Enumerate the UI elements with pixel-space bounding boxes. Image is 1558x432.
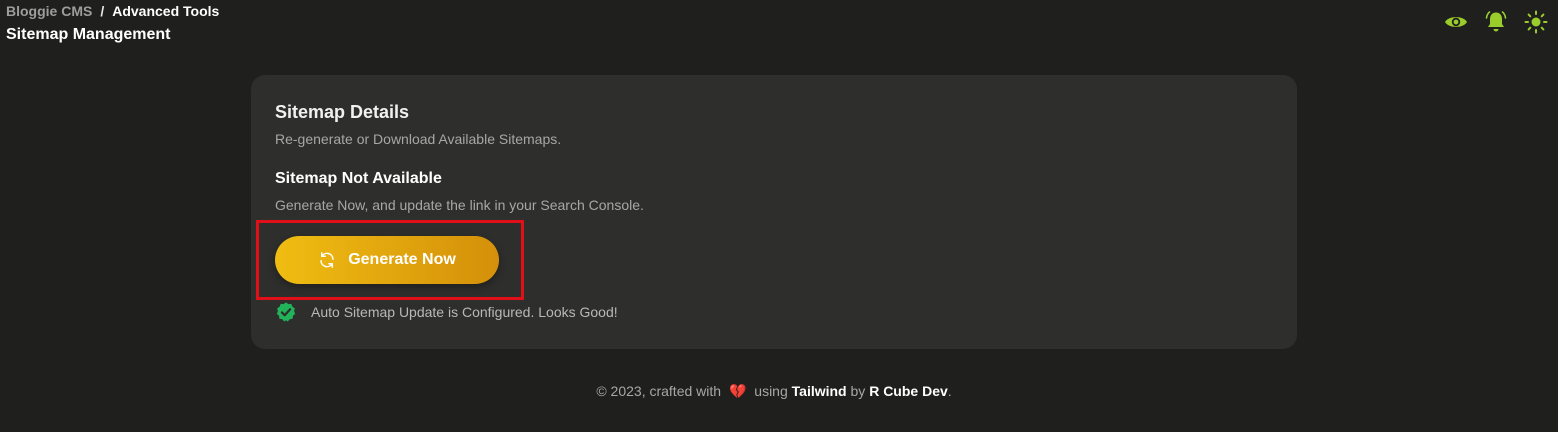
- header-actions: [1444, 10, 1548, 34]
- breadcrumb-current: Advanced Tools: [112, 3, 220, 19]
- auto-update-text: Auto Sitemap Update is Configured. Looks…: [311, 304, 618, 320]
- sun-icon[interactable]: [1524, 10, 1548, 34]
- breadcrumb-separator: /: [100, 3, 105, 19]
- refresh-icon: [318, 251, 336, 269]
- page-title: Sitemap Management: [6, 26, 171, 43]
- verified-check-icon: [275, 301, 297, 323]
- generate-now-button[interactable]: Generate Now: [275, 236, 499, 284]
- card-subtitle: Re-generate or Download Available Sitema…: [275, 131, 562, 147]
- bell-icon[interactable]: [1484, 10, 1508, 34]
- footer-framework-link[interactable]: Tailwind: [792, 383, 847, 399]
- sitemap-details-card: Sitemap Details Re-generate or Download …: [251, 75, 1297, 349]
- sitemap-status-title: Sitemap Not Available: [275, 170, 442, 187]
- sitemap-status-subtitle: Generate Now, and update the link in you…: [275, 197, 644, 213]
- heart-icon: 💔: [728, 383, 747, 399]
- footer-prefix: © 2023, crafted with: [596, 383, 722, 399]
- eye-icon[interactable]: [1444, 10, 1468, 34]
- top-bar: Bloggie CMS / Advanced Tools Sitemap Man…: [6, 3, 219, 44]
- footer: © 2023, crafted with 💔 using Tailwind by…: [0, 383, 1548, 400]
- card-title: Sitemap Details: [275, 102, 410, 122]
- footer-suffix: .: [947, 383, 952, 399]
- breadcrumb-root-link[interactable]: Bloggie CMS: [6, 3, 92, 20]
- generate-now-label: Generate Now: [348, 251, 456, 268]
- highlight-box: Generate Now: [256, 220, 524, 300]
- footer-by: by: [850, 383, 866, 399]
- footer-using: using: [754, 383, 788, 399]
- breadcrumb: Bloggie CMS / Advanced Tools: [6, 3, 219, 20]
- auto-update-status: Auto Sitemap Update is Configured. Looks…: [275, 301, 618, 323]
- footer-author-link[interactable]: R Cube Dev: [869, 383, 948, 399]
